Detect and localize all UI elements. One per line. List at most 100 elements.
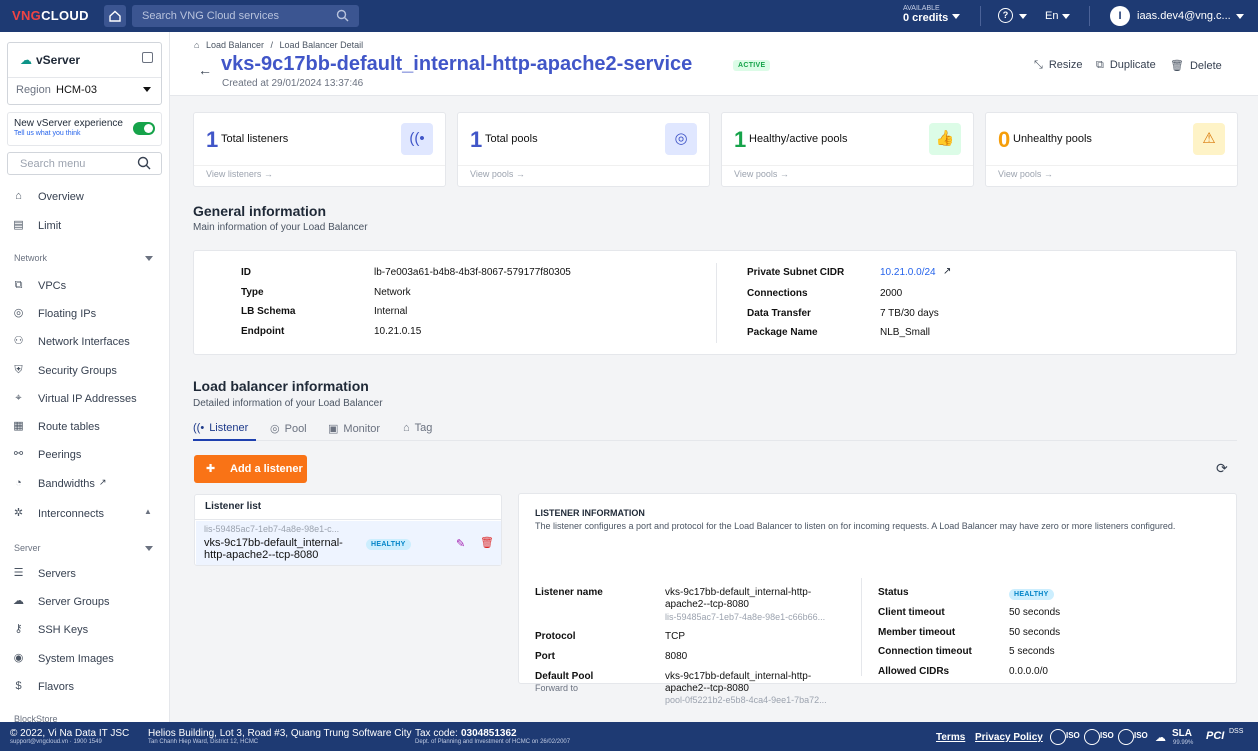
iso-cert-label: ISO [1066,731,1080,740]
add-listener-icon: ✚ [206,463,216,475]
language-selector[interactable]: En [1045,10,1070,22]
help-dropdown-icon[interactable] [1019,14,1027,19]
breadcrumb-load-balancer[interactable]: Load Balancer [206,40,264,50]
delete-button[interactable]: 🗑 Delete [1170,59,1222,72]
help-icon[interactable]: ? [998,8,1013,23]
tax-dept: Dept. of Planning and Investment of HCMC… [415,739,571,745]
view-pools-link[interactable]: View pools → [734,169,789,179]
sidebar: ☁ vServer Region HCM-03 New vServer exper… [0,32,170,722]
add-listener-button[interactable]: ✚ Add a listener [194,455,307,483]
refresh-icon[interactable]: ⟳ [1216,460,1228,477]
chevron-up-icon: ▲ [144,507,152,516]
resize-button[interactable]: ⤡ Resize [1034,59,1082,72]
endpoint-value: 10.21.0.15 [374,326,422,337]
new-experience-toggle[interactable] [133,122,155,135]
trash-icon[interactable]: 🗑 [480,536,494,549]
region-select[interactable]: HCM-03 [56,84,97,96]
connections-value: 2000 [880,288,903,299]
sla-label: SLA [1172,728,1192,739]
card-label: Unhealthy pools [1013,133,1092,145]
home-button[interactable] [104,5,126,27]
key-icon: ⚷ [14,623,23,635]
tab-listener[interactable]: ((• Listener [193,422,248,434]
nav-route-tables[interactable]: ▦ Route tables [0,417,169,437]
nav-bandwidths[interactable]: ◔ Bandwidths ↗ [0,474,169,494]
listener-name: vks-9c17bb-default_internal-http-apache2… [204,537,343,561]
server-group-icon: ☁ [13,595,24,607]
type-value: Network [374,287,411,298]
home-icon[interactable]: ⌂ [194,40,199,50]
nav-system-images[interactable]: ◉ System Images [0,649,169,669]
card-value: 0 [998,127,1011,152]
default-pool-value[interactable]: vks-9c17bb-default_internal-http-apache2… [665,671,840,695]
status-label: Status [878,587,909,598]
nav-virtual-ip[interactable]: ⌖ Virtual IP Addresses [0,389,169,409]
duplicate-button[interactable]: ⧉ Duplicate [1096,59,1156,72]
listener-name-label: Listener name [535,587,603,598]
lb-info-subtitle: Detailed information of your Load Balanc… [193,398,383,409]
breadcrumb-current: Load Balancer Detail [279,40,364,50]
general-info-subtitle: Main information of your Load Balancer [193,222,368,233]
nav-peerings[interactable]: ⚯ Peerings [0,445,169,465]
nav-overview[interactable]: ⌂ Overview [0,187,169,207]
flavor-icon: $ [15,680,22,692]
pool-icon: ◎ [270,423,280,435]
nav-vpcs[interactable]: ⧉ VPCs [0,276,169,296]
nav-server-groups[interactable]: ☁ Server Groups [0,592,169,612]
protocol-label: Protocol [535,631,576,642]
back-arrow-icon[interactable]: ← [198,62,212,78]
menu-search-input[interactable]: Search menu [7,152,162,175]
type-label: Type [241,287,264,298]
nav-ssh-keys[interactable]: ⚷ SSH Keys [0,620,169,640]
feedback-link[interactable]: Tell us what you think [14,130,81,137]
tab-tag[interactable]: ⌂ Tag [403,422,432,434]
nav-network-interfaces[interactable]: ⚇ Network Interfaces [0,332,169,352]
list-item[interactable]: lis-59485ac7-1eb7-4a8e-98e1-c... vks-9c1… [196,521,501,565]
listener-list: Listener list lis-59485ac7-1eb7-4a8e-98e… [194,494,502,566]
tab-monitor[interactable]: ▣ Monitor [328,422,380,435]
connections-label: Connections [747,288,808,299]
nav-servers[interactable]: ☰ Servers [0,564,169,584]
nav-interconnects[interactable]: ✲ Interconnects ▲ [0,504,169,524]
chevron-down-icon[interactable] [145,256,153,261]
vng-cloud-logo[interactable]: VNGCLOUD [12,8,89,23]
view-listeners-link[interactable]: View listeners → [206,169,273,179]
tax-label: Tax code: [415,728,458,739]
nav-flavors[interactable]: $ Flavors [0,677,169,697]
section-server[interactable]: Server [14,543,41,553]
privacy-link[interactable]: Privacy Policy [975,732,1043,743]
address: Helios Building, Lot 3, Road #3, Quang T… [148,728,412,739]
active-tab-indicator [193,439,256,441]
terms-link[interactable]: Terms [936,732,965,743]
external-link-icon[interactable]: ↗ [943,266,951,277]
card-value: 1 [470,127,483,152]
view-pools-link[interactable]: View pools → [470,169,525,179]
service-search-input[interactable]: Search VNG Cloud services [132,5,359,27]
id-value: lb-7e003a61-b4b8-4b3f-8067-579177f80305 [374,267,571,278]
listener-info-desc: The listener configures a port and proto… [535,521,1176,531]
interconnect-icon: ✲ [13,507,24,519]
section-blockstore[interactable]: BlockStore [14,714,58,722]
cloud-icon: ☁ [20,53,32,67]
forward-to-label: Forward to [535,683,579,693]
nav-security-groups[interactable]: ⛨ Security Groups [0,361,169,381]
card-label: Healthy/active pools [749,133,848,145]
chevron-down-icon[interactable] [143,87,151,92]
nav-floating-ips[interactable]: ◎ Floating IPs [0,304,169,324]
edit-icon[interactable]: ✎ [456,537,465,550]
subnet-link[interactable]: 10.21.0.0/24 [880,267,936,278]
section-network[interactable]: Network [14,253,47,263]
credits-dropdown-icon[interactable] [952,14,960,19]
lb-info-title: Load balancer information [193,378,369,394]
search-icon [336,9,349,22]
tax-value: 0304851362 [461,728,517,739]
chevron-down-icon[interactable] [145,546,153,551]
user-dropdown-icon[interactable] [1236,14,1244,19]
collapse-sidebar-icon[interactable] [142,52,153,63]
view-pools-link[interactable]: View pools → [998,169,1053,179]
iso-cert-label: ISO [1100,731,1114,740]
package-label: Package Name [747,327,818,338]
service-switcher: ☁ vServer Region HCM-03 [7,42,162,105]
tab-pool[interactable]: ◎ Pool [270,422,307,435]
nav-limit[interactable]: ▤ Limit [0,216,169,236]
